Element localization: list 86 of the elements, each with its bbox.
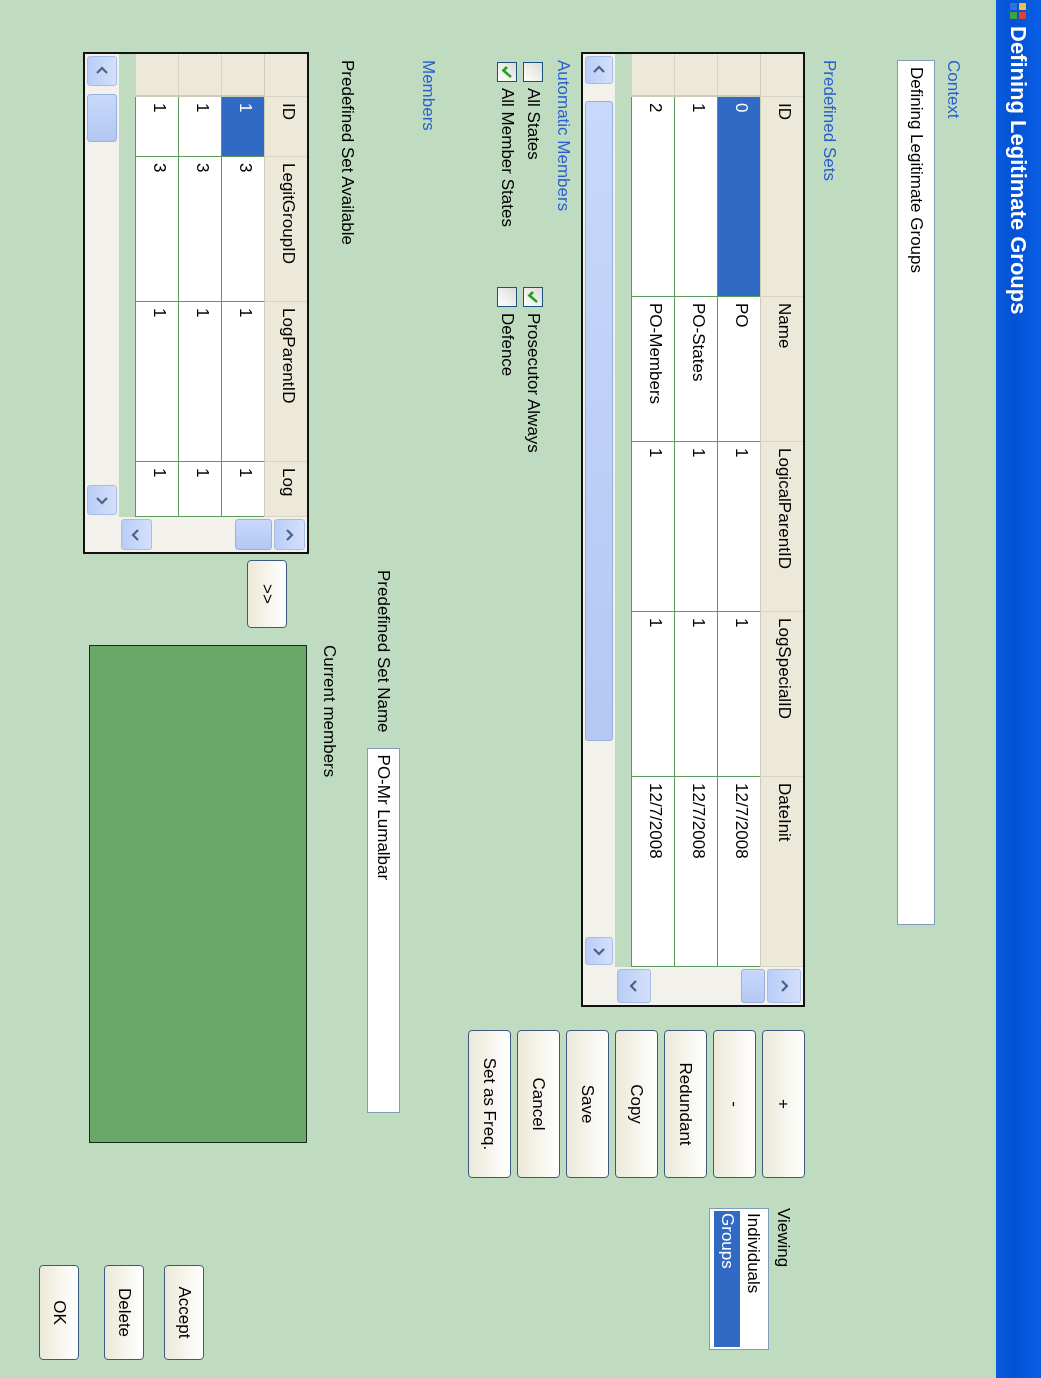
- action-button[interactable]: -: [713, 1030, 756, 1178]
- action-button[interactable]: Copy: [615, 1030, 658, 1178]
- section-label: Predefined Sets: [819, 60, 839, 181]
- column-header[interactable]: DateInit: [759, 777, 803, 967]
- column-header[interactable]: Log: [263, 462, 307, 517]
- checkbox-label: Prosecutor Always: [523, 313, 543, 453]
- table-cell: 0: [717, 97, 760, 297]
- table-cell: PO: [717, 297, 760, 442]
- column-header[interactable]: LegitGroupID: [263, 157, 307, 302]
- table-cell: 1: [674, 442, 717, 612]
- checkbox[interactable]: [523, 287, 543, 307]
- table-cell: 1: [631, 612, 674, 777]
- table-cell: 3: [221, 157, 264, 302]
- checkbox[interactable]: [497, 287, 517, 307]
- column-header[interactable]: LogSpecialID: [759, 612, 803, 777]
- column-header[interactable]: Name: [759, 297, 803, 442]
- column-header[interactable]: ID: [263, 97, 307, 157]
- table-cell: 1: [221, 462, 264, 517]
- table-cell: 1: [221, 97, 264, 157]
- row-header[interactable]: [221, 54, 264, 97]
- list-label: Predefined Set Available: [337, 60, 357, 245]
- section-label: Members: [418, 60, 438, 131]
- table-cell: 1: [674, 612, 717, 777]
- action-button[interactable]: Set as Freq.: [468, 1030, 511, 1178]
- table-cell: 1: [135, 302, 178, 462]
- row-header[interactable]: [674, 54, 717, 97]
- column-header[interactable]: LogicalParentID: [759, 442, 803, 612]
- move-button[interactable]: >>: [247, 560, 287, 628]
- action-button[interactable]: Redundant: [664, 1030, 707, 1178]
- set-name-field[interactable]: PO-Mr Lumalbar: [367, 747, 400, 1113]
- checkbox-label: All Member States: [497, 88, 517, 227]
- checkbox-label: All States: [523, 88, 543, 160]
- corner-header: [759, 54, 803, 97]
- action-button[interactable]: Save: [566, 1030, 609, 1178]
- check-icon: [500, 65, 514, 79]
- window-icon: [1009, 2, 1028, 20]
- members-list[interactable]: [89, 645, 307, 1143]
- row-header[interactable]: [631, 54, 674, 97]
- table-cell: 1: [178, 97, 221, 157]
- scroll-thumb[interactable]: [741, 969, 765, 1003]
- table-cell: 1: [674, 97, 717, 297]
- checkbox[interactable]: [523, 62, 543, 82]
- list-item[interactable]: Individuals: [740, 1211, 766, 1347]
- action-button[interactable]: +: [762, 1030, 805, 1178]
- column-header[interactable]: ID: [759, 97, 803, 297]
- section-label: Context: [943, 60, 963, 119]
- window-title: Defining Legitimate Groups: [1005, 26, 1032, 315]
- table-cell: 1: [178, 462, 221, 517]
- table-cell: 3: [178, 157, 221, 302]
- scroll-thumb[interactable]: [585, 101, 613, 741]
- scrollbar-corner: [85, 517, 119, 552]
- list-item[interactable]: Groups: [714, 1211, 740, 1347]
- corner-header: [263, 54, 307, 97]
- dialog-button[interactable]: Accept: [164, 1265, 204, 1360]
- table-cell: 12/7/2008: [674, 777, 717, 967]
- row-header[interactable]: [135, 54, 178, 97]
- column-header[interactable]: LogParentID: [263, 302, 307, 462]
- field-label: Predefined Set Name: [373, 570, 394, 733]
- table-cell: 1: [717, 442, 760, 612]
- action-button[interactable]: Cancel: [517, 1030, 560, 1178]
- dialog-button[interactable]: Delete: [104, 1265, 144, 1360]
- dialog-button[interactable]: OK: [39, 1265, 79, 1360]
- table-cell: PO-Members: [631, 297, 674, 442]
- checkbox-label: Defence: [497, 313, 517, 377]
- checkbox[interactable]: [497, 62, 517, 82]
- row-header[interactable]: [717, 54, 760, 97]
- context-field[interactable]: Defining Legitimate Groups: [897, 60, 935, 925]
- table-cell: 2: [631, 97, 674, 297]
- scrollbar-corner: [583, 967, 615, 1005]
- viewing-label: Viewing: [773, 1208, 793, 1270]
- check-icon: [526, 290, 540, 304]
- table-cell: 1: [178, 302, 221, 462]
- row-header[interactable]: [178, 54, 221, 97]
- table-cell: 1: [717, 612, 760, 777]
- table-cell: 12/7/2008: [717, 777, 760, 967]
- table-cell: 1: [221, 302, 264, 462]
- table-cell: 1: [135, 97, 178, 157]
- table-cell: 3: [135, 157, 178, 302]
- table-cell: 1: [631, 442, 674, 612]
- table-cell: 12/7/2008: [631, 777, 674, 967]
- section-label: Automatic Members: [553, 60, 573, 212]
- list-label: Current members: [319, 645, 339, 778]
- table-cell: 1: [135, 462, 178, 517]
- scroll-thumb[interactable]: [87, 93, 117, 142]
- table-cell: PO-States: [674, 297, 717, 442]
- scroll-thumb[interactable]: [234, 519, 272, 550]
